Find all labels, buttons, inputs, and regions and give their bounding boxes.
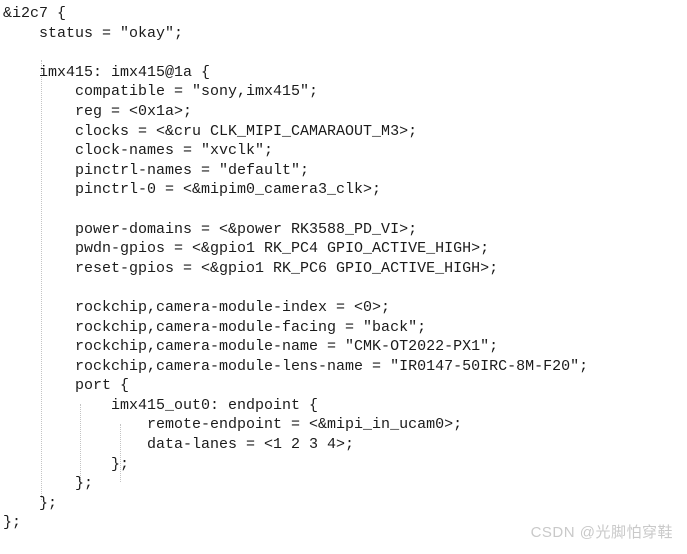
code-line: pinctrl-0 = <&mipim0_camera3_clk>; — [3, 181, 382, 199]
code-line: power-domains = <&power RK3588_PD_VI>; — [3, 220, 418, 238]
code-line: port { — [3, 377, 130, 395]
code-line: rockchip,camera-module-index = <0>; — [3, 298, 391, 316]
code-line: }; — [3, 514, 22, 532]
csdn-watermark: CSDN @光脚怕穿鞋 — [530, 524, 673, 541]
code-line: imx415: imx415@1a { — [3, 63, 211, 81]
code-line: clocks = <&cru CLK_MIPI_CAMARAOUT_M3>; — [3, 122, 418, 140]
code-line: }; — [3, 475, 94, 493]
code-line: status = "okay"; — [3, 24, 184, 42]
code-line: clock-names = "xvclk"; — [3, 142, 274, 160]
code-line: data-lanes = <1 2 3 4>; — [3, 436, 355, 454]
code-line: pinctrl-names = "default"; — [3, 161, 310, 179]
code-line: }; — [3, 455, 130, 473]
code-snippet-view: &i2c7 { status = "okay"; imx415: imx415@… — [0, 0, 687, 554]
code-line: rockchip,camera-module-name = "CMK-OT202… — [3, 338, 499, 356]
code-line: imx415_out0: endpoint { — [3, 396, 319, 414]
code-line: reg = <0x1a>; — [3, 102, 193, 120]
code-line: rockchip,camera-module-lens-name = "IR01… — [3, 357, 589, 375]
code-line: reset-gpios = <&gpio1 RK_PC6 GPIO_ACTIVE… — [3, 259, 499, 277]
code-line: rockchip,camera-module-facing = "back"; — [3, 318, 427, 336]
code-line: compatible = "sony,imx415"; — [3, 83, 319, 101]
code-line: pwdn-gpios = <&gpio1 RK_PC4 GPIO_ACTIVE_… — [3, 240, 490, 258]
code-block: &i2c7 { status = "okay"; imx415: imx415@… — [3, 4, 588, 533]
code-line: &i2c7 { — [3, 5, 67, 22]
code-line: }; — [3, 494, 58, 512]
code-line: remote-endpoint = <&mipi_in_ucam0>; — [3, 416, 463, 434]
